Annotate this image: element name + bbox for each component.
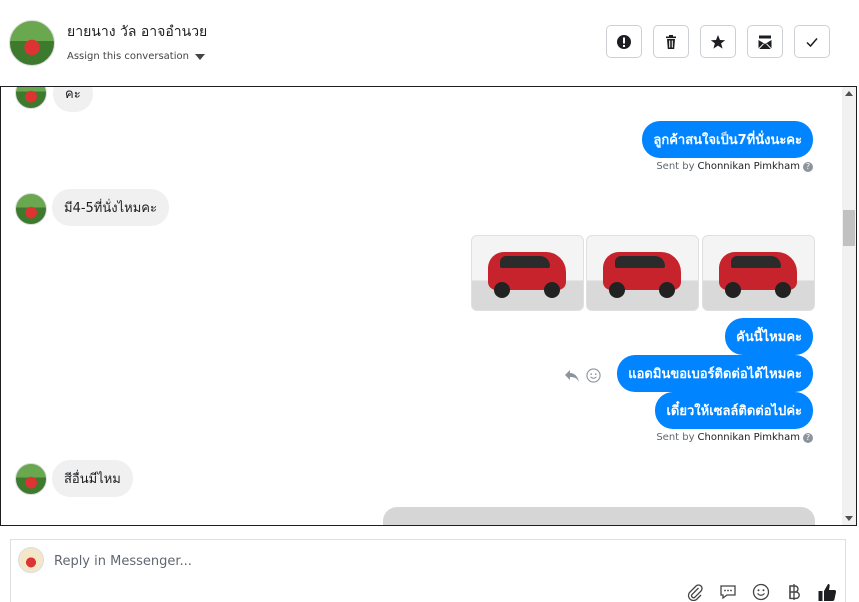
- trash-icon: [666, 34, 676, 49]
- outgoing-message[interactable]: ลูกค้าสนใจเป็น7ที่นั่งนะคะ: [642, 121, 813, 158]
- attach-button[interactable]: [685, 582, 705, 602]
- chat-bubbles-icon: [720, 585, 736, 600]
- media-attachment[interactable]: [383, 507, 815, 525]
- header-actions: [606, 25, 830, 58]
- incoming-message[interactable]: มี4-5ที่นั่งไหมคะ: [52, 189, 169, 226]
- outgoing-message[interactable]: คันนี้ไหมคะ: [725, 318, 813, 355]
- outgoing-message[interactable]: เดี๋ยวให้เซลล์ติดต่อไปค่ะ: [655, 392, 813, 429]
- incoming-message[interactable]: สีอื่นมีไหม: [52, 460, 133, 497]
- contact-avatar-small: [15, 87, 47, 109]
- reply-input[interactable]: Reply in Messenger...: [54, 554, 192, 569]
- delete-button[interactable]: [653, 25, 689, 58]
- sent-by-prefix: Sent by: [656, 432, 695, 443]
- conversation-header: ยายนาง วัล อาจอำนวย Assign this conversa…: [0, 0, 859, 86]
- scroll-thumb[interactable]: [843, 210, 855, 246]
- sent-by-label: Sent by Chonnikan Pimkham ?: [656, 432, 813, 443]
- star-icon: [710, 34, 726, 49]
- spam-button[interactable]: [606, 25, 642, 58]
- reply-composer[interactable]: Reply in Messenger...: [10, 539, 846, 602]
- sent-by-prefix: Sent by: [656, 161, 695, 172]
- emoji-react-icon[interactable]: [586, 368, 601, 383]
- assign-conversation-dropdown[interactable]: Assign this conversation: [67, 51, 205, 62]
- emoji-icon: [752, 583, 770, 601]
- page-avatar: [18, 547, 44, 573]
- outgoing-message[interactable]: แอดมินขอเบอร์ติดต่อได้ไหมคะ: [617, 355, 813, 392]
- paperclip-icon: [687, 584, 703, 601]
- saved-replies-button[interactable]: [718, 582, 738, 602]
- composer-tools: [685, 582, 837, 602]
- car-photo[interactable]: [586, 235, 699, 311]
- scroll-down-arrow-icon[interactable]: [845, 516, 853, 521]
- scroll-up-arrow-icon[interactable]: [845, 91, 853, 96]
- help-icon[interactable]: ?: [803, 432, 813, 443]
- contact-name: ยายนาง วัล อาจอำนวย: [67, 24, 208, 40]
- done-button[interactable]: [794, 25, 830, 58]
- reply-icon[interactable]: [564, 369, 580, 383]
- emoji-button[interactable]: [751, 582, 771, 602]
- sent-by-label: Sent by Chonnikan Pimkham ?: [656, 161, 813, 172]
- sender-name: Chonnikan Pimkham: [697, 432, 800, 443]
- caret-down-icon: [194, 53, 205, 60]
- car-photo[interactable]: [471, 235, 584, 311]
- alert-icon: [617, 34, 631, 49]
- help-icon[interactable]: ?: [803, 161, 813, 172]
- scrollbar[interactable]: [842, 87, 856, 525]
- mark-unread-button[interactable]: [747, 25, 783, 58]
- conversation-thread[interactable]: คะ ลูกค้าสนใจเป็น7ที่นั่งนะคะ Sent by Ch…: [0, 86, 857, 526]
- incoming-message[interactable]: คะ: [53, 87, 93, 112]
- contact-avatar[interactable]: [9, 20, 55, 66]
- baht-icon: [789, 584, 800, 600]
- contact-avatar-small: [15, 193, 47, 225]
- car-photo[interactable]: [702, 235, 815, 311]
- message-hover-actions: [564, 368, 601, 383]
- like-button[interactable]: [817, 582, 837, 602]
- sender-name: Chonnikan Pimkham: [697, 161, 800, 172]
- payment-button[interactable]: [784, 582, 804, 602]
- envelope-icon: [758, 35, 772, 49]
- thumbs-up-icon: [818, 584, 837, 602]
- contact-avatar-small: [15, 463, 47, 495]
- star-button[interactable]: [700, 25, 736, 58]
- assign-label: Assign this conversation: [67, 51, 189, 62]
- check-icon: [806, 37, 818, 47]
